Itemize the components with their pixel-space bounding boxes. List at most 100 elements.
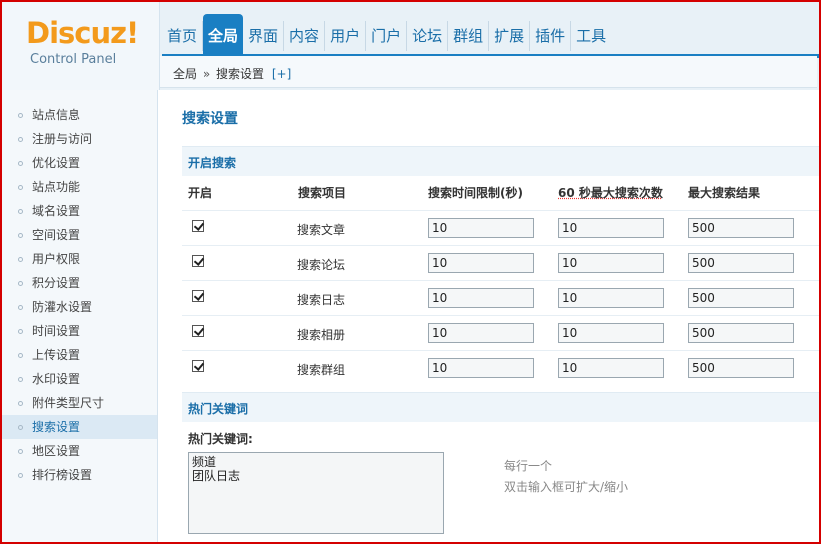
section-header-hot-keywords: 热门关键词 — [182, 392, 819, 422]
column-header-item: 搜索项目 — [298, 186, 347, 200]
sidebar-item-search[interactable]: 搜索设置 — [2, 415, 157, 439]
nav-tools[interactable]: 工具 — [571, 21, 611, 51]
max-count-input[interactable] — [558, 218, 664, 238]
sidebar-item-attachment-types[interactable]: 附件类型尺寸 — [2, 391, 157, 415]
max-results-input[interactable] — [688, 323, 794, 343]
sidebar: 站点信息 注册与访问 优化设置 站点功能 域名设置 空间设置 用户权限 积分设置… — [2, 90, 158, 542]
sidebar-item-label: 积分设置 — [32, 276, 81, 290]
time-limit-input[interactable] — [428, 288, 534, 308]
max-results-input[interactable] — [688, 253, 794, 273]
sidebar-item-label: 站点功能 — [32, 180, 81, 194]
time-limit-input[interactable] — [428, 218, 534, 238]
enable-checkbox[interactable] — [192, 360, 204, 372]
logo-subtitle: Control Panel — [30, 52, 117, 67]
sidebar-item-label: 时间设置 — [32, 324, 81, 338]
nav-interface[interactable]: 界面 — [243, 21, 285, 51]
sidebar-item-ranking[interactable]: 排行榜设置 — [2, 463, 157, 487]
sidebar-item-label: 上传设置 — [32, 348, 81, 362]
bullet-icon — [18, 232, 23, 238]
breadcrumb-root[interactable]: 全局 — [173, 67, 197, 81]
page-title: 搜索设置 — [182, 111, 238, 127]
nav-forum[interactable]: 论坛 — [407, 21, 449, 51]
section-title: 热门关键词 — [188, 402, 249, 416]
hint-one-per-line: 每行一个 — [504, 459, 553, 473]
table-row: 搜索日志 — [182, 280, 819, 315]
sidebar-item-label: 搜索设置 — [32, 420, 81, 434]
time-limit-input[interactable] — [428, 323, 534, 343]
sidebar-item-upload[interactable]: 上传设置 — [2, 343, 157, 367]
max-results-input[interactable] — [688, 358, 794, 378]
sidebar-item-watermark[interactable]: 水印设置 — [2, 367, 157, 391]
column-header-max-count: 60 秒最大搜索次数 — [558, 186, 663, 200]
enable-checkbox[interactable] — [192, 255, 204, 267]
hint-double-click-resize: 双击输入框可扩大/缩小 — [504, 480, 629, 494]
sidebar-item-space[interactable]: 空间设置 — [2, 223, 157, 247]
time-limit-input[interactable] — [428, 253, 534, 273]
hot-keywords-label: 热门关键词: — [188, 432, 253, 446]
bullet-icon — [18, 424, 23, 430]
sidebar-item-credits[interactable]: 积分设置 — [2, 271, 157, 295]
table-row: 搜索群组 — [182, 350, 819, 385]
bullet-icon — [18, 448, 23, 454]
sidebar-item-label: 空间设置 — [32, 228, 81, 242]
sidebar-item-label: 用户权限 — [32, 252, 81, 266]
sidebar-item-features[interactable]: 站点功能 — [2, 175, 157, 199]
enable-checkbox[interactable] — [192, 290, 204, 302]
bullet-icon — [18, 184, 23, 190]
nav-users[interactable]: 用户 — [325, 21, 367, 51]
max-count-input[interactable] — [558, 323, 664, 343]
bullet-icon — [18, 160, 23, 166]
main-content: 搜索设置 开启搜索 开启 搜索项目 搜索时间限制(秒) 60 秒最大搜索次数 最… — [170, 90, 819, 542]
sidebar-item-time[interactable]: 时间设置 — [2, 319, 157, 343]
column-header-max-results: 最大搜索结果 — [688, 186, 761, 200]
bullet-icon — [18, 376, 23, 382]
bullet-icon — [18, 208, 23, 214]
add-shortcut-button[interactable]: [+] — [272, 67, 291, 81]
sidebar-item-label: 附件类型尺寸 — [32, 396, 105, 410]
bullet-icon — [18, 328, 23, 334]
bullet-icon — [18, 400, 23, 406]
max-count-input[interactable] — [558, 253, 664, 273]
column-header-enabled: 开启 — [188, 186, 213, 200]
logo[interactable]: Discuz! Control Panel — [2, 2, 160, 90]
nav-extend[interactable]: 扩展 — [489, 21, 531, 51]
sidebar-item-label: 水印设置 — [32, 372, 81, 386]
bullet-icon — [18, 352, 23, 358]
sidebar-item-permissions[interactable]: 用户权限 — [2, 247, 157, 271]
sidebar-item-label: 排行榜设置 — [32, 468, 93, 482]
nav-global[interactable]: 全局 — [203, 14, 244, 54]
sidebar-item-register[interactable]: 注册与访问 — [2, 127, 157, 151]
hot-keywords-textarea[interactable]: 频道 团队日志 — [188, 452, 444, 534]
max-count-input[interactable] — [558, 288, 664, 308]
enable-checkbox[interactable] — [192, 220, 204, 232]
sidebar-item-optimize[interactable]: 优化设置 — [2, 151, 157, 175]
sidebar-item-region[interactable]: 地区设置 — [2, 439, 157, 463]
section-title: 开启搜索 — [188, 156, 237, 170]
nav-content[interactable]: 内容 — [284, 21, 326, 51]
nav-portal[interactable]: 门户 — [366, 21, 408, 51]
sidebar-item-site-info[interactable]: 站点信息 — [2, 103, 157, 127]
max-results-input[interactable] — [688, 288, 794, 308]
nav-home[interactable]: 首页 — [162, 21, 204, 51]
nav-plugins[interactable]: 插件 — [530, 21, 572, 51]
bullet-icon — [18, 304, 23, 310]
max-results-input[interactable] — [688, 218, 794, 238]
bullet-icon — [18, 112, 23, 118]
sidebar-item-domain[interactable]: 域名设置 — [2, 199, 157, 223]
sidebar-item-label: 域名设置 — [32, 204, 81, 218]
section-header-search: 开启搜索 — [182, 146, 819, 176]
enable-checkbox[interactable] — [192, 325, 204, 337]
row-label: 搜索文章 — [297, 223, 346, 237]
sidebar-item-antispam[interactable]: 防灌水设置 — [2, 295, 157, 319]
table-row: 搜索论坛 — [182, 245, 819, 280]
max-count-input[interactable] — [558, 358, 664, 378]
time-limit-input[interactable] — [428, 358, 534, 378]
nav-groups[interactable]: 群组 — [448, 21, 490, 51]
table-row: 搜索相册 — [182, 315, 819, 350]
table-row: 搜索文章 — [182, 210, 819, 245]
row-label: 搜索相册 — [297, 328, 346, 342]
bullet-icon — [18, 472, 23, 478]
bullet-icon — [18, 280, 23, 286]
bullet-icon — [18, 256, 23, 262]
column-header-time-limit: 搜索时间限制(秒) — [428, 186, 523, 200]
